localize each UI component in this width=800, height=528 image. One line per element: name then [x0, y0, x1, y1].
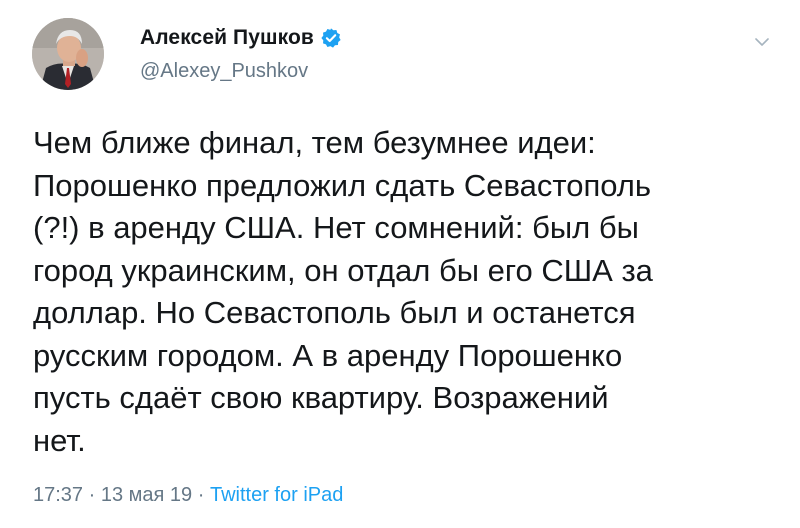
- avatar-photo: [32, 18, 104, 90]
- tweet-time[interactable]: 17:37: [33, 484, 83, 506]
- chevron-down-icon[interactable]: [754, 34, 770, 50]
- tweet-source-link[interactable]: Twitter for iPad: [210, 484, 343, 506]
- meta-separator: ·: [88, 484, 96, 506]
- name-row: Алексей Пушков: [140, 22, 342, 54]
- tweet-meta: 17:37 · 13 мая 19 · Twitter for iPad: [33, 484, 343, 507]
- verified-badge-icon: [321, 28, 341, 48]
- avatar[interactable]: [32, 18, 104, 90]
- author-block: Алексей Пушков @Alexey_Pushkov: [140, 22, 342, 83]
- tweet-date[interactable]: 13 мая 19: [101, 484, 192, 506]
- display-name[interactable]: Алексей Пушков: [140, 26, 314, 50]
- tweet-card: Алексей Пушков @Alexey_Pushkov Чем ближе…: [0, 0, 800, 528]
- tweet-text: Чем ближе финал, тем безумнее идеи: Поро…: [33, 125, 653, 458]
- user-handle[interactable]: @Alexey_Pushkov: [140, 60, 342, 83]
- meta-separator: ·: [197, 484, 205, 506]
